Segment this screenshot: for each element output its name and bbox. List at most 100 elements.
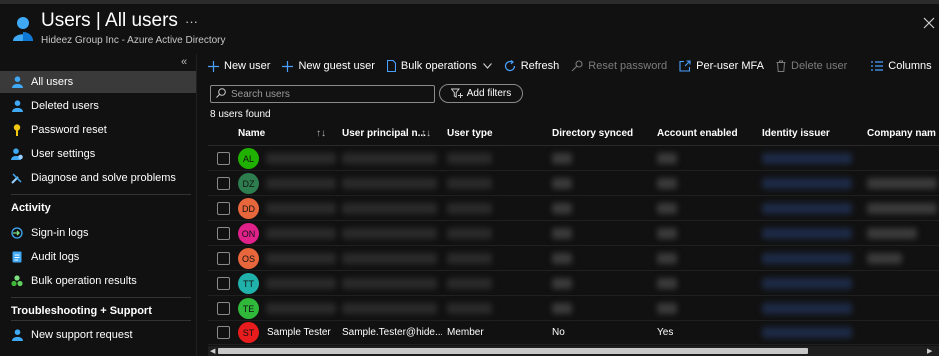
column-header-account-enabled[interactable]: Account enabled <box>657 128 738 139</box>
bulk-operations-button[interactable]: Bulk operations <box>386 60 492 72</box>
row-checkbox[interactable] <box>217 202 230 215</box>
column-header-company-name[interactable]: Company nam <box>867 128 936 139</box>
redacted-cell <box>342 253 437 264</box>
columns-label: Columns <box>888 60 932 72</box>
scroll-right-icon[interactable]: ▶ <box>927 347 932 355</box>
row-checkbox[interactable] <box>217 177 230 190</box>
sidebar-item-password-reset[interactable]: Password reset <box>0 119 196 141</box>
sidebar-item-label: Diagnose and solve problems <box>31 172 176 184</box>
table-row[interactable]: TT <box>208 272 939 296</box>
redacted-cell <box>762 228 852 239</box>
redacted-cell <box>552 278 572 289</box>
add-filters-button[interactable]: Add filters <box>439 84 523 103</box>
collapse-sidebar-icon[interactable]: « <box>181 56 187 68</box>
avatar: ON <box>238 223 259 244</box>
sidebar-item-new-support-request[interactable]: New support request <box>0 324 196 346</box>
table-row[interactable]: DD <box>208 197 939 221</box>
row-checkbox[interactable] <box>217 227 230 240</box>
user-icon <box>11 76 23 88</box>
sidebar-item-all-users[interactable]: All users <box>0 71 196 93</box>
sidebar-item-label: Deleted users <box>31 100 99 112</box>
column-header-name[interactable]: Name <box>238 128 265 139</box>
search-input[interactable] <box>231 88 421 100</box>
row-checkbox[interactable] <box>217 252 230 265</box>
sidebar-item-user-settings[interactable]: User settings <box>0 143 196 165</box>
more-options-icon[interactable]: ··· <box>185 14 198 29</box>
sidebar-item-label: Audit logs <box>31 251 80 263</box>
reset-password-button[interactable]: Reset password <box>571 60 667 72</box>
delete-user-label: Delete user <box>791 60 848 72</box>
avatar: DD <box>238 198 259 219</box>
page-title: Users | All users <box>41 10 178 31</box>
table-row[interactable]: ON <box>208 222 939 246</box>
redacted-cell <box>762 278 852 289</box>
sidebar-item-deleted-users[interactable]: Deleted users <box>0 95 196 117</box>
document-icon <box>386 60 396 72</box>
scrollbar-thumb[interactable] <box>218 348 808 354</box>
page-header: Users | All users ··· Hideez Group Inc -… <box>0 4 939 54</box>
sidebar-item-label: Bulk operation results <box>31 275 137 287</box>
sidebar-item-sign-in-logs[interactable]: Sign-in logs <box>0 222 196 244</box>
sidebar: « All users Deleted users Password reset… <box>0 54 196 356</box>
result-count: 8 users found <box>210 109 271 120</box>
refresh-icon <box>504 60 516 72</box>
column-header-user-type[interactable]: User type <box>447 128 493 139</box>
trash-icon <box>776 60 786 72</box>
per-user-mfa-button[interactable]: Per-user MFA <box>679 60 764 72</box>
new-guest-user-button[interactable]: New guest user <box>282 60 375 72</box>
close-icon[interactable] <box>923 17 935 29</box>
redacted-cell <box>342 228 437 239</box>
sidebar-item-label: Password reset <box>31 124 107 136</box>
add-filter-icon <box>450 88 463 99</box>
refresh-button[interactable]: Refresh <box>504 60 559 72</box>
column-header-upn[interactable]: User principal n... <box>342 128 426 139</box>
redacted-cell <box>657 253 677 264</box>
user-settings-icon <box>11 148 23 160</box>
redacted-cell <box>657 178 677 189</box>
sidebar-item-diagnose[interactable]: Diagnose and solve problems <box>0 167 196 189</box>
redacted-cell <box>342 153 437 164</box>
table-row[interactable]: OS <box>208 247 939 271</box>
plus-icon <box>282 60 294 72</box>
horizontal-scrollbar[interactable]: ◀ ▶ <box>208 346 939 356</box>
redacted-cell <box>552 178 572 189</box>
scroll-left-icon[interactable]: ◀ <box>210 347 215 355</box>
column-header-directory-synced[interactable]: Directory synced <box>552 128 633 139</box>
redacted-cell <box>657 153 677 164</box>
table-row[interactable]: TE <box>208 297 939 321</box>
section-heading-support: Troubleshooting + Support <box>11 305 152 317</box>
redacted-cell <box>657 228 677 239</box>
avatar: DZ <box>238 173 259 194</box>
sort-icon[interactable]: ↑↓ <box>421 128 431 139</box>
sign-in-icon <box>11 227 23 239</box>
key-icon <box>571 60 583 72</box>
sidebar-item-audit-logs[interactable]: Audit logs <box>0 246 196 268</box>
redacted-cell <box>266 253 336 264</box>
search-users-field[interactable] <box>210 85 435 103</box>
new-user-button[interactable]: New user <box>208 60 270 72</box>
cell-name[interactable]: Sample Tester <box>267 327 339 338</box>
table-row[interactable]: DZ <box>208 172 939 196</box>
redacted-cell <box>552 203 572 214</box>
delete-user-button[interactable]: Delete user <box>776 60 847 72</box>
wrench-icon <box>11 172 23 184</box>
row-checkbox[interactable] <box>217 277 230 290</box>
table-row[interactable]: AL <box>208 147 939 171</box>
avatar: TE <box>238 298 259 319</box>
columns-button[interactable]: Columns <box>871 60 932 72</box>
column-header-identity-issuer[interactable]: Identity issuer <box>762 128 830 139</box>
redacted-cell <box>762 153 852 164</box>
redacted-cell <box>266 303 336 314</box>
row-checkbox[interactable] <box>217 326 230 339</box>
sidebar-item-label: New support request <box>31 329 133 341</box>
row-checkbox[interactable] <box>217 302 230 315</box>
sort-icon[interactable]: ↑↓ <box>316 128 326 139</box>
redacted-cell <box>447 253 492 264</box>
table-row[interactable]: ST Sample Tester Sample.Tester@hide... M… <box>208 321 939 345</box>
redacted-cell <box>447 153 492 164</box>
row-checkbox[interactable] <box>217 152 230 165</box>
redacted-cell <box>867 203 937 214</box>
audit-log-icon <box>11 251 23 263</box>
new-guest-user-label: New guest user <box>298 60 375 72</box>
sidebar-item-bulk-results[interactable]: Bulk operation results <box>0 270 196 292</box>
